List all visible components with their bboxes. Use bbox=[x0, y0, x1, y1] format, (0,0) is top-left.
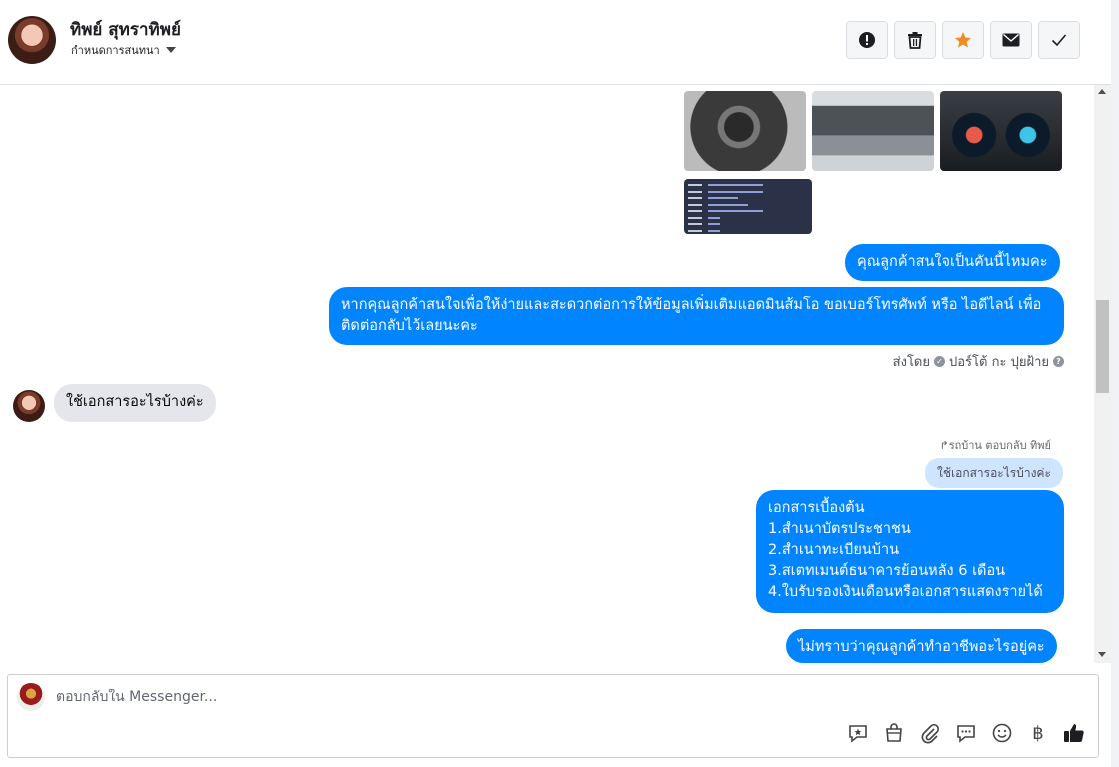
check-icon bbox=[1051, 34, 1067, 47]
thumbs-up-icon[interactable] bbox=[1062, 721, 1086, 745]
message-line: 3.สเตทเมนต์ธนาคารย้อนหลัง 6 เดือน bbox=[768, 563, 1006, 579]
sent-by-name: ปอร์โต้ กะ ปุยฝ้าย bbox=[949, 355, 1049, 370]
assign-label: กำหนดการสนทนา bbox=[71, 44, 160, 57]
scroll-up-arrow[interactable] bbox=[1098, 89, 1106, 94]
message-line: 1.สำเนาบัตรประชาชน bbox=[768, 521, 911, 537]
baht-icon[interactable]: ฿ bbox=[1026, 721, 1050, 745]
spam-button[interactable] bbox=[846, 21, 888, 59]
assign-conversation-dropdown[interactable]: กำหนดการสนทนา bbox=[71, 41, 176, 59]
composer-tools: ฿ bbox=[846, 721, 1086, 745]
mark-done-button[interactable] bbox=[1038, 21, 1080, 59]
page-edge bbox=[1111, 0, 1119, 767]
verified-icon: ✓ bbox=[934, 356, 945, 367]
exclamation-icon bbox=[859, 32, 875, 48]
reply-composer: ฿ bbox=[7, 674, 1099, 758]
car-spec-sheet-photo[interactable] bbox=[684, 179, 812, 234]
star-button[interactable] bbox=[942, 21, 984, 59]
contact-avatar-small bbox=[13, 390, 45, 422]
scroll-thumb[interactable] bbox=[1096, 300, 1109, 393]
delete-button[interactable] bbox=[894, 21, 936, 59]
car-dashboard-photo[interactable] bbox=[940, 91, 1062, 171]
message-line: 2.สำเนาทะเบียนบ้าน bbox=[768, 542, 900, 558]
contact-avatar[interactable] bbox=[8, 16, 56, 64]
help-icon[interactable]: ? bbox=[1053, 356, 1064, 367]
message-line: 4.ใบรับรองเงินเดือนหรือเอกสารแสดงรายได้ bbox=[768, 584, 1043, 600]
thread-scrollbar[interactable] bbox=[1094, 85, 1111, 663]
mark-unread-button[interactable] bbox=[990, 21, 1032, 59]
message-thread[interactable]: คุณลูกค้าสนใจเป็นคันนี้ไหมคะ หากคุณลูกค้… bbox=[0, 85, 1094, 663]
quoted-message[interactable]: ใช้เอกสารอะไรบ้างค่ะ bbox=[925, 458, 1063, 488]
outgoing-message[interactable]: คุณลูกค้าสนใจเป็นคันนี้ไหมคะ bbox=[845, 244, 1060, 281]
reply-input[interactable] bbox=[56, 689, 956, 705]
outgoing-message[interactable]: หากคุณลูกค้าสนใจเพื่อให้ง่ายและสะดวกต่อก… bbox=[329, 287, 1064, 345]
emoji-icon[interactable] bbox=[990, 721, 1014, 745]
message-line: เอกสารเบื้องต้น bbox=[768, 500, 865, 516]
scroll-down-arrow[interactable] bbox=[1098, 652, 1106, 657]
page-avatar bbox=[17, 683, 45, 711]
header-actions bbox=[846, 21, 1080, 59]
reply-arrow-icon: ↱ bbox=[939, 439, 949, 452]
car-engine-photo[interactable] bbox=[812, 91, 934, 171]
attachment-icon[interactable] bbox=[918, 721, 942, 745]
shop-icon[interactable] bbox=[882, 721, 906, 745]
envelope-icon bbox=[1002, 33, 1020, 47]
star-icon bbox=[955, 32, 971, 48]
car-interior-photo[interactable] bbox=[684, 91, 806, 171]
caret-down-icon bbox=[165, 47, 176, 53]
saved-reply-icon[interactable] bbox=[846, 721, 870, 745]
sent-by-info: ส่งโดย ✓ ปอร์โต้ กะ ปุยฝ้าย ? bbox=[893, 351, 1064, 372]
trash-icon bbox=[908, 32, 922, 49]
reply-note: ↱รถบ้าน ตอบกลับ ทิพย์ bbox=[939, 439, 1051, 452]
contact-name[interactable]: ทิพย์ สุทราทิพย์ bbox=[70, 16, 181, 43]
outgoing-message[interactable]: เอกสารเบื้องต้น 1.สำเนาบัตรประชาชน 2.สำเ… bbox=[756, 490, 1064, 613]
conversation-header: ทิพย์ สุทราทิพย์ กำหนดการสนทนา bbox=[0, 0, 1111, 85]
incoming-message[interactable]: ใช้เอกสารอะไรบ้างค่ะ bbox=[54, 384, 216, 422]
outgoing-message[interactable]: ไม่ทราบว่าคุณลูกค้าทำอาชีพอะไรอยู่คะ bbox=[786, 629, 1057, 663]
chat-bubble-icon[interactable] bbox=[954, 721, 978, 745]
sent-by-label: ส่งโดย bbox=[892, 355, 930, 370]
messenger-inbox: ทิพย์ สุทราทิพย์ กำหนดการสนทนา คุณลูกค้า… bbox=[0, 0, 1119, 767]
